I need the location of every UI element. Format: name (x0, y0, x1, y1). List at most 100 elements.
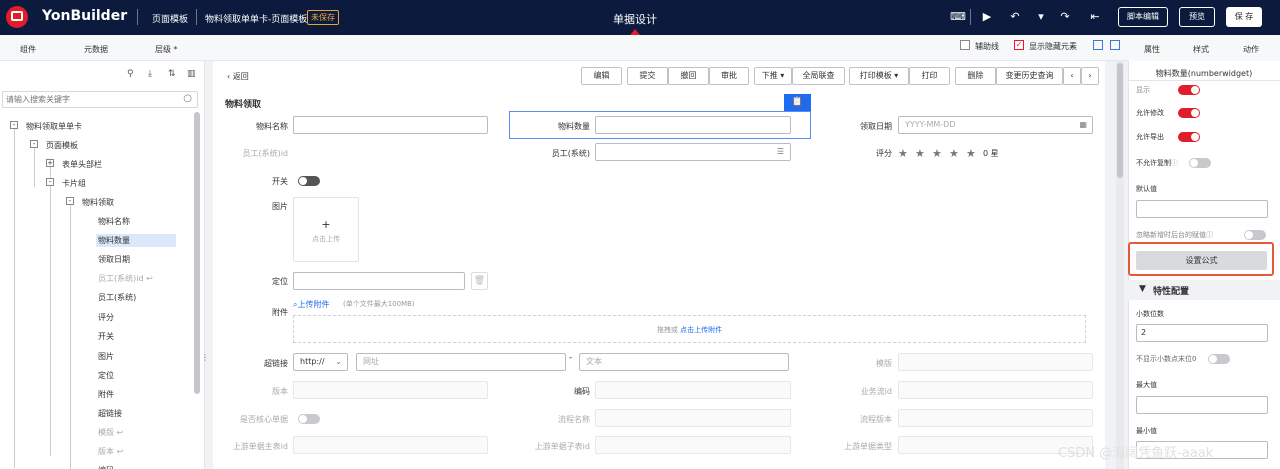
collapse-icon[interactable]: - (10, 121, 18, 129)
sort-icon[interactable]: ⇅ (168, 69, 176, 79)
upstream-main-id-field[interactable] (293, 436, 488, 454)
expand-icon[interactable]: + (46, 159, 54, 167)
template-field[interactable] (898, 353, 1093, 371)
feature-config-header[interactable] (1128, 280, 1280, 300)
version-field[interactable] (293, 381, 488, 399)
tab-styles[interactable]: 样式 (1193, 44, 1209, 55)
tree-node[interactable]: 定位 (96, 369, 116, 382)
edit-button[interactable]: 编辑 (581, 67, 622, 85)
push-down-button[interactable]: 下推 ▾ (754, 67, 792, 85)
upload-attachment-link[interactable]: ⌕上传附件 (293, 299, 329, 310)
preview-button[interactable]: 预览 (1179, 7, 1215, 27)
tree-node[interactable]: 物料名称 (96, 215, 132, 228)
tab-hierarchy[interactable]: 层级 * (155, 44, 178, 55)
search-icon[interactable]: ○ (183, 93, 192, 104)
scrollbar[interactable] (194, 112, 200, 394)
tab-actions[interactable]: 动作 (1243, 44, 1259, 55)
tree-node[interactable]: 版本 ↩ (96, 445, 125, 458)
drop-link[interactable]: 点击上传附件 (680, 326, 722, 334)
employee-field[interactable]: ☰ (595, 143, 791, 161)
tree-node[interactable]: 开关 (96, 330, 116, 343)
undo-icon[interactable]: ↶ (1008, 11, 1022, 23)
business-flow-id-field[interactable] (898, 381, 1093, 399)
collapse-icon[interactable]: - (46, 178, 54, 186)
prev-icon[interactable]: ‹ (1063, 67, 1081, 85)
star-icon[interactable]: ★ (949, 147, 959, 160)
scrollbar[interactable] (1116, 61, 1124, 469)
material-qty-field[interactable] (595, 116, 791, 134)
tree-node[interactable]: 编码 (96, 464, 116, 469)
tree-node[interactable]: 物料领取单单卡 (24, 120, 84, 133)
global-query-button[interactable]: 全局联查 (792, 67, 845, 85)
no-copy-toggle[interactable] (1189, 158, 1211, 168)
is-core-doc-toggle[interactable] (298, 414, 320, 424)
flow-name-field[interactable] (595, 409, 791, 427)
receive-date-field[interactable]: YYYY-MM-DD ▦ (898, 116, 1093, 134)
print-button[interactable]: 打印 (909, 67, 950, 85)
search-input[interactable] (3, 92, 173, 107)
list-icon[interactable]: ☰ (777, 144, 784, 160)
next-icon[interactable]: › (1081, 67, 1099, 85)
tab-components[interactable]: 组件 (20, 44, 36, 55)
tree-node[interactable]: 模版 ↩ (96, 426, 125, 439)
star-icon[interactable]: ★ (915, 147, 925, 160)
print-template-button[interactable]: 打印模板 ▾ (849, 67, 909, 85)
tree-node[interactable]: 员工(系统) (96, 291, 138, 304)
play-icon[interactable]: ▶ (980, 11, 994, 23)
aux-line-checkbox[interactable] (960, 40, 970, 50)
protocol-select[interactable]: http:// ⌄ (293, 353, 348, 371)
help-icon[interactable]: ⓘ (1171, 159, 1178, 167)
material-name-field[interactable] (293, 116, 488, 134)
allow-edit-toggle[interactable] (1178, 108, 1200, 118)
tree-node[interactable]: 表单头部栏 (60, 158, 104, 171)
clipboard-icon[interactable]: 📋 (784, 94, 811, 111)
layout-columns-icon[interactable] (1110, 40, 1120, 50)
collapse-icon[interactable]: - (66, 197, 74, 205)
tree-node[interactable]: 评分 (96, 311, 116, 324)
help-icon[interactable]: ⓘ (1206, 231, 1213, 239)
drag-handle-icon[interactable]: ⋮ (201, 353, 209, 365)
ignore-backend-toggle[interactable] (1244, 230, 1266, 240)
save-button[interactable]: 保 存 (1226, 7, 1262, 27)
star-icon[interactable]: ★ (932, 147, 942, 160)
show-hidden-checkbox[interactable]: ✓ (1014, 40, 1024, 50)
code-field[interactable] (595, 381, 791, 399)
attachment-dropzone[interactable]: 拖拽或 点击上传附件 (293, 315, 1086, 343)
upstream-sub-id-field[interactable] (595, 436, 791, 454)
tree-node[interactable]: 物料领取 (80, 196, 116, 209)
tree-node[interactable]: 页面模板 (44, 139, 80, 152)
script-edit-button[interactable]: 脚本编辑 (1118, 7, 1168, 27)
chevron-down-icon[interactable]: ▾ (1034, 11, 1048, 23)
tree-node[interactable]: 领取日期 (96, 253, 132, 266)
breadcrumb-page-template[interactable]: 页面模板 (152, 12, 188, 25)
switch-toggle[interactable] (298, 176, 320, 186)
delete-button[interactable]: 删除 (955, 67, 996, 85)
decimal-places-field[interactable]: 2 (1136, 324, 1268, 342)
chart-icon[interactable]: ▥ (187, 69, 196, 79)
tree-node[interactable]: 员工(系统)id ↩ (96, 272, 155, 285)
link-text-field[interactable]: 文本 (579, 353, 789, 371)
star-icon[interactable]: ★ (898, 147, 908, 160)
tab-metadata[interactable]: 元数据 (84, 44, 108, 55)
star-icon[interactable]: ★ (966, 147, 976, 160)
collapse-icon[interactable]: ⇤ (1088, 11, 1102, 23)
collapse-icon[interactable]: - (30, 140, 38, 148)
keyboard-icon[interactable]: ⌨ (950, 11, 966, 23)
set-formula-button[interactable]: 设置公式 (1136, 251, 1267, 270)
filter-icon[interactable]: ⚲ (127, 69, 134, 79)
tree-node[interactable]: 物料数量 (96, 234, 176, 247)
allow-export-toggle[interactable] (1178, 132, 1200, 142)
url-field[interactable]: 网址 (356, 353, 566, 371)
withdraw-button[interactable]: 撤回 (668, 67, 709, 85)
tree-node[interactable]: 图片 (96, 350, 116, 363)
trash-icon[interactable]: 🗑 (471, 272, 488, 290)
approve-button[interactable]: 审批 (709, 67, 749, 85)
tree-node[interactable]: 卡片组 (60, 177, 88, 190)
location-field[interactable] (293, 272, 465, 290)
hide-trailing-zero-toggle[interactable] (1208, 354, 1230, 364)
breadcrumb-document[interactable]: 物料领取单单卡-页面模板 (205, 12, 307, 25)
back-link[interactable]: ‹ 返回 (227, 71, 249, 82)
default-value-field[interactable] (1136, 200, 1268, 218)
tree-node[interactable]: 附件 (96, 388, 116, 401)
export-icon[interactable]: ⤓ (148, 69, 152, 79)
